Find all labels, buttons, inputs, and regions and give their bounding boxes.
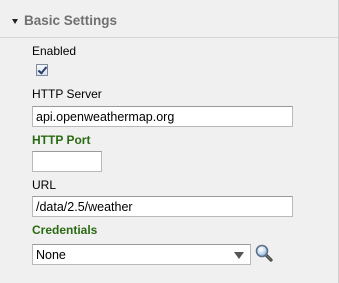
- http-port-input[interactable]: [32, 151, 102, 172]
- credentials-select[interactable]: None: [32, 244, 251, 265]
- check-mark-icon: [37, 64, 48, 75]
- http-port-label: HTTP Port: [32, 133, 91, 147]
- url-input[interactable]: /data/2.5/weather: [32, 196, 293, 217]
- credentials-label: Credentials: [32, 223, 98, 237]
- enabled-checkbox[interactable]: [36, 64, 48, 76]
- magnifier-icon[interactable]: [254, 243, 274, 263]
- http-server-label: HTTP Server: [32, 87, 102, 101]
- url-label: URL: [32, 178, 57, 192]
- section-header-basic-settings[interactable]: Basic Settings: [0, 0, 338, 38]
- dropdown-arrow-icon[interactable]: [234, 252, 244, 259]
- enabled-label: Enabled: [32, 44, 77, 58]
- http-server-input[interactable]: api.openweathermap.org: [32, 106, 293, 127]
- settings-panel: Basic Settings Enabled HTTP Server api.o…: [0, 0, 339, 283]
- credentials-selected-value: None: [36, 248, 66, 262]
- triangle-down-icon[interactable]: [12, 19, 18, 24]
- section-title: Basic Settings: [24, 13, 118, 28]
